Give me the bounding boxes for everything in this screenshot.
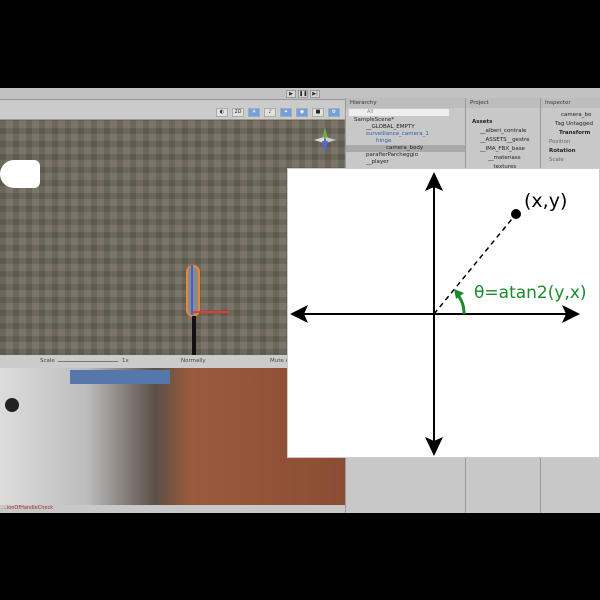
2d-toggle[interactable]: 2D <box>232 108 244 117</box>
project-item[interactable]: __ASSETS__gestre <box>466 136 540 145</box>
hierarchy-search[interactable]: All <box>349 109 449 116</box>
scale-slider[interactable] <box>58 361 118 362</box>
gizmos-dropdown[interactable]: ⚙ <box>328 108 340 117</box>
transform-header[interactable]: Transform <box>541 129 600 138</box>
rotation-label: Rotation <box>549 148 576 154</box>
hierarchy-item[interactable]: hinge <box>346 138 465 145</box>
camera-gizmo-icon <box>0 160 40 188</box>
camera-dropdown[interactable]: ■ <box>312 108 324 117</box>
object-name-field[interactable]: camera_bo <box>541 111 600 120</box>
shading-dropdown[interactable]: ◐ <box>216 108 228 117</box>
lighting-toggle[interactable]: ☀ <box>248 108 260 117</box>
tag-label: Tag <box>555 121 565 127</box>
hierarchy-tab[interactable]: Hierarchy <box>346 98 465 108</box>
project-item[interactable]: __alberi_contrale <box>466 127 540 136</box>
angle-label: θ=atan2(y,x) <box>474 283 587 303</box>
project-tab[interactable]: Project <box>466 98 540 108</box>
scale-label: Scale <box>40 358 55 364</box>
hierarchy-item[interactable]: camera_body <box>346 145 465 152</box>
pole <box>192 316 196 356</box>
scene-toolbar: ◐ 2D ☀ ♪ ✦ ◉ ■ ⚙ <box>0 100 345 120</box>
status-bar[interactable]: ...ionOfHandleCheck <box>0 505 345 513</box>
y-axis-handle[interactable] <box>191 265 193 315</box>
project-item[interactable]: Assets <box>466 118 540 127</box>
scale-label: Scale <box>549 157 564 163</box>
position-label: Position <box>549 139 571 145</box>
x-axis-handle[interactable] <box>193 311 229 313</box>
project-item[interactable]: __materiass <box>466 154 540 163</box>
project-item[interactable]: __IMA_FBX_base <box>466 145 540 154</box>
point-label: (x,y) <box>524 190 568 212</box>
scale-value: 1x <box>122 358 129 364</box>
pause-button[interactable]: ❚❚ <box>298 90 308 98</box>
camera-body-object[interactable] <box>186 265 200 317</box>
window-object <box>70 370 170 384</box>
aspect-dropdown[interactable]: Normally <box>181 358 206 364</box>
play-button[interactable]: ▶ <box>286 90 296 98</box>
hierarchy-item[interactable]: paraflerParcheggio <box>346 152 465 159</box>
hierarchy-item[interactable]: __player <box>346 159 465 166</box>
axes <box>290 172 580 456</box>
orientation-gizmo[interactable] <box>310 125 340 155</box>
step-button[interactable]: ▶| <box>310 90 320 98</box>
hierarchy-item[interactable]: SampleScene* <box>346 117 465 124</box>
hidden-toggle[interactable]: ◉ <box>296 108 308 117</box>
inspector-tab[interactable]: Inspector <box>541 98 600 108</box>
camera-object <box>5 398 19 412</box>
effects-toggle[interactable]: ✦ <box>280 108 292 117</box>
tag-dropdown[interactable]: Untagged <box>566 121 593 127</box>
audio-toggle[interactable]: ♪ <box>264 108 276 117</box>
hierarchy-item[interactable]: __GLOBAL_EMPTY <box>346 124 465 131</box>
atan2-diagram: (x,y) θ=atan2(y,x) <box>287 168 600 458</box>
hierarchy-item[interactable]: surveillance_camera_1 <box>346 131 465 138</box>
